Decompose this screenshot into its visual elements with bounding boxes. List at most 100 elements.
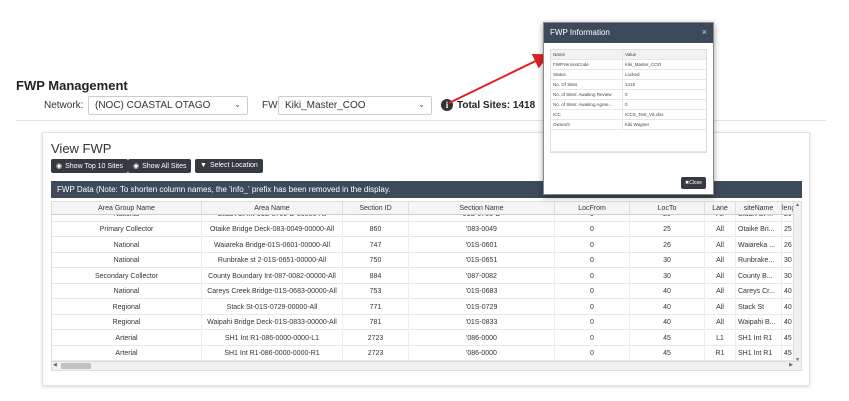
modal-info-table: Name Value FWPVersionCode Kiki_Master_COO St…: [550, 49, 707, 153]
modal-table-row: FWPVersionCode Kiki_Master_COO: [551, 60, 706, 70]
modal-table-row: No. Of Sites 1418: [551, 80, 706, 90]
cell-lane: All: [705, 215, 736, 222]
table-row[interactable]: Secondary Collector County Boundary Int-0…: [52, 268, 795, 284]
cell-area-name: Stack St-01S-0729-00000-All: [202, 299, 343, 315]
cell-section-name: '01S-0651: [409, 253, 555, 268]
info-value: 0: [625, 102, 628, 107]
cell-section-id: [343, 215, 409, 222]
info-value: ICCS_Test_V6.xlsx: [625, 112, 664, 117]
info-key: FWPVersionCode: [553, 62, 589, 67]
column-header-loc-to[interactable]: LocTo: [630, 202, 705, 215]
show-all-sites-button[interactable]: ◉ Show All Sites: [128, 159, 192, 173]
grid-body: NationalStuart St Int-01S-0700-D-00000-A…: [52, 215, 795, 363]
cell-loc-from: 0: [555, 346, 630, 361]
table-row[interactable]: Primary Collector Otaike Bridge Deck-083-…: [52, 222, 795, 237]
cell-section-name: '087-0082: [409, 268, 555, 284]
cell-loc-from: 0: [555, 222, 630, 237]
column-header-area-name[interactable]: Area Name: [202, 202, 343, 215]
cell-site-name: SH1 Int R1: [736, 346, 782, 361]
info-icon[interactable]: i: [441, 99, 453, 111]
scroll-left-icon[interactable]: ◀: [53, 362, 57, 368]
table-row[interactable]: Arterial SH1 Int R1-086-0000-0000-L1 2723 '…: [52, 330, 795, 346]
column-header-area-group-name[interactable]: Area Group Name: [52, 202, 202, 215]
scroll-thumb[interactable]: [61, 363, 91, 369]
cell-loc-from: 0: [555, 284, 630, 299]
page-title: FWP Management: [16, 78, 128, 93]
network-select[interactable]: (NOC) COASTAL OTAGO ⌄: [88, 96, 248, 115]
cell-section-id: 753: [343, 284, 409, 299]
vertical-scrollbar[interactable]: ▲ ▼: [793, 202, 801, 363]
column-header-site-name[interactable]: siteName: [736, 202, 782, 215]
info-key: No. Of Sites: [553, 82, 578, 87]
info-key: No. of Sites: Awaiting Review: [553, 92, 612, 97]
modal-table-row: No. of Sites: Awaiting Review 0: [551, 90, 706, 100]
cell-section-id: 2723: [343, 330, 409, 346]
cell-area-name: SH1 Int R1-086-0000-0000-R1: [202, 346, 343, 361]
scroll-up-icon[interactable]: ▲: [795, 202, 800, 208]
scroll-right-icon[interactable]: ▶: [789, 362, 793, 368]
cell-area-group-name: National: [52, 215, 202, 222]
column-header-loc-from[interactable]: LocFrom: [555, 202, 630, 215]
table-row[interactable]: National Careys Creek Bridge-01S-0683-000…: [52, 284, 795, 299]
card-title: View FWP: [51, 141, 112, 156]
table-row[interactable]: Arterial SH1 Int R1-086-0000-0000-R1 2723 '…: [52, 346, 795, 361]
map-marker-icon: ▼: [200, 162, 207, 169]
horizontal-scrollbar[interactable]: ◀ ▶: [52, 361, 801, 370]
cell-area-name: Waiareka Bridge-01S-0601-00000-All: [202, 237, 343, 253]
cell-loc-from: 0: [555, 253, 630, 268]
cell-area-group-name: Arterial: [52, 346, 202, 361]
cell-section-id: 747: [343, 237, 409, 253]
grid-header: Area Group Name Area Name Section ID Sectio…: [52, 202, 801, 215]
cell-lane: R1: [705, 346, 736, 361]
cell-area-name: Otaike Bridge Deck-083-0049-00000-All: [202, 222, 343, 237]
table-row[interactable]: Regional Stack St-01S-0729-00000-All 771'0…: [52, 299, 795, 315]
cell-lane: All: [705, 268, 736, 284]
modal-table-row: No. of Sites: Awaiting Agree... 0: [551, 100, 706, 110]
cell-area-group-name: Primary Collector: [52, 222, 202, 237]
cell-loc-from: 0: [555, 215, 630, 222]
cell-section-id: 750: [343, 253, 409, 268]
cell-section-id: 781: [343, 315, 409, 330]
close-button[interactable]: ✖Close: [681, 177, 706, 189]
table-row[interactable]: Regional Waipahi Bridge Deck-01S-0833-000…: [52, 315, 795, 330]
close-icon[interactable]: ×: [702, 27, 707, 37]
chevron-down-icon: ⌄: [418, 100, 425, 109]
cell-section-name: 01S-0700-D: [409, 215, 555, 222]
cell-lane: L1: [705, 330, 736, 346]
cell-loc-to: 30: [630, 253, 705, 268]
cell-loc-to: 20: [630, 215, 705, 222]
table-row-partial[interactable]: NationalStuart St Int-01S-0700-D-00000-A…: [52, 215, 795, 222]
fwp-select[interactable]: Kiki_Master_COO ⌄: [278, 96, 432, 115]
cell-loc-from: 0: [555, 330, 630, 346]
select-location-button[interactable]: ▼ Select Location: [195, 159, 263, 173]
cell-loc-to: 45: [630, 330, 705, 346]
cell-area-group-name: Secondary Collector: [52, 268, 202, 284]
cell-site-name: Waiareka ...: [736, 237, 782, 253]
column-header-section-name[interactable]: Section Name: [409, 202, 555, 215]
cell-loc-to: 40: [630, 284, 705, 299]
info-value: 1418: [625, 82, 636, 87]
cell-loc-from: 0: [555, 315, 630, 330]
cell-area-group-name: Regional: [52, 299, 202, 315]
info-value: 0: [625, 92, 628, 97]
column-header-section-id[interactable]: Section ID: [343, 202, 409, 215]
cell-area-name: County Boundary Int-087-0082-00000-All: [202, 268, 343, 284]
cell-loc-to: 25: [630, 222, 705, 237]
column-header-lane[interactable]: Lane: [705, 202, 736, 215]
table-row[interactable]: National Runbrake st 2-01S-0651-00000-All…: [52, 253, 795, 268]
table-row[interactable]: National Waiareka Bridge-01S-0601-00000-A…: [52, 237, 795, 253]
show-top-10-button[interactable]: ◉ Show Top 10 Sites: [51, 159, 128, 173]
cell-area-group-name: Regional: [52, 315, 202, 330]
modal-table-row: Status Locked: [551, 70, 706, 80]
cell-lane: All: [705, 299, 736, 315]
modal-table-blank: [551, 130, 706, 152]
cell-section-name: '01S-0601: [409, 237, 555, 253]
cell-area-name: Waipahi Bridge Deck-01S-0833-00000-All: [202, 315, 343, 330]
total-sites: Total Sites: 1418: [457, 100, 536, 111]
info-value: Kiki Wagner: [625, 122, 650, 127]
info-value: Locked: [625, 72, 640, 77]
cell-lane: All: [705, 315, 736, 330]
cell-loc-to: 26: [630, 237, 705, 253]
cell-loc-to: 30: [630, 268, 705, 284]
eye-icon: ◉: [56, 163, 63, 170]
